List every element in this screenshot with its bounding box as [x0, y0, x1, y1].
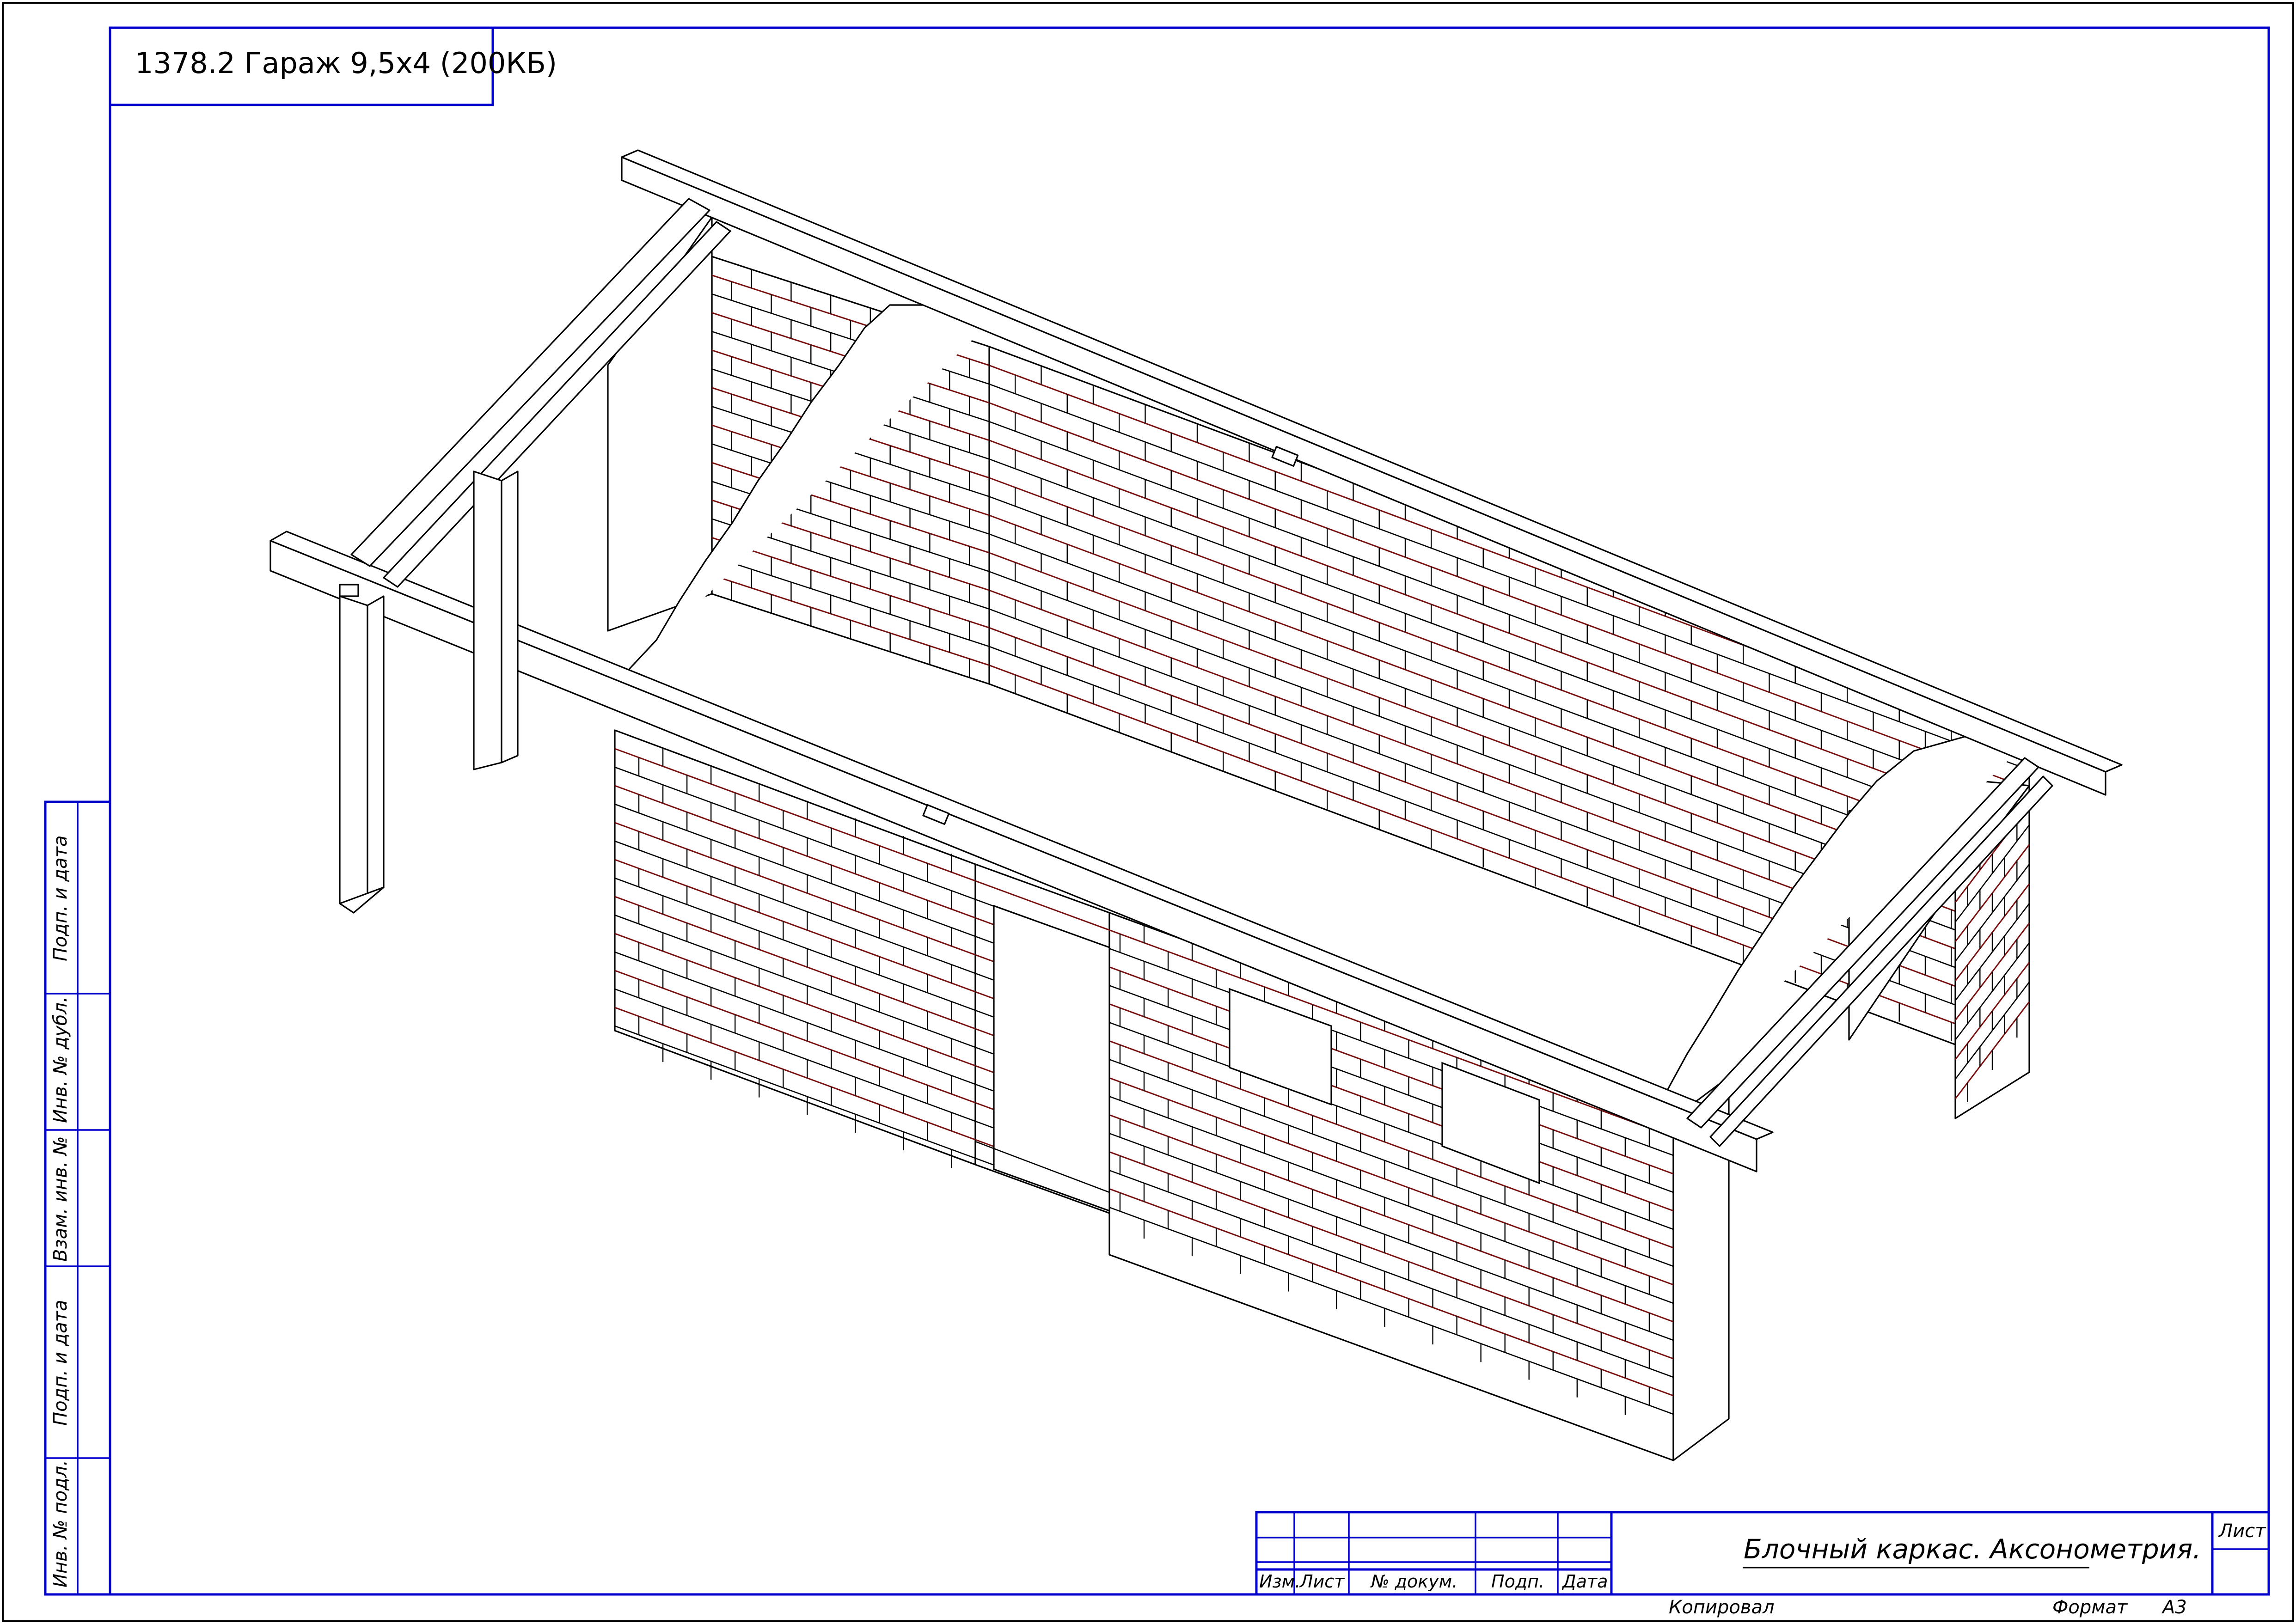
door-opening: [993, 904, 1110, 1212]
header-box: [109, 26, 494, 106]
drawing-sheet: [2, 2, 2294, 1622]
side-stamp: [44, 800, 111, 1596]
title-block: [1255, 1511, 2270, 1596]
garage-isometric: [269, 149, 2123, 1461]
